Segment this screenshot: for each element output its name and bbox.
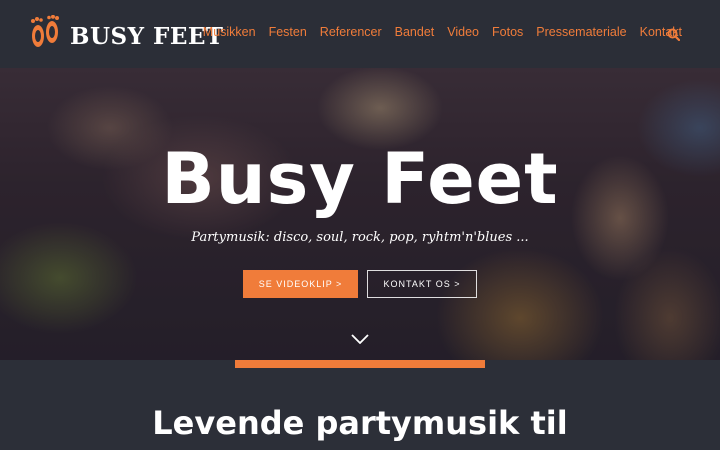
contact-button[interactable]: KONTAKT OS > [367, 270, 477, 298]
nav-item-bandet[interactable]: Bandet [395, 25, 435, 39]
nav-item-referencer[interactable]: Referencer [320, 25, 382, 39]
nav-item-video[interactable]: Video [447, 25, 479, 39]
accent-bar [235, 360, 485, 368]
site-header: BUSY FEET Musikken Festen Referencer Ban… [0, 0, 720, 68]
hero-subtitle: Partymusik: disco, soul, rock, pop, ryht… [191, 230, 529, 245]
hero-banner: Busy Feet Partymusik: disco, soul, rock,… [0, 68, 720, 360]
search-icon[interactable] [667, 28, 681, 42]
brand-name: BUSY FEET [70, 22, 224, 50]
video-clip-button[interactable]: SE VIDEOKLIP > [243, 270, 358, 298]
nav-item-musikken[interactable]: Musikken [203, 25, 256, 39]
section-title: Levende partymusik til [152, 404, 568, 442]
feet-icon [28, 14, 62, 58]
nav-item-festen[interactable]: Festen [269, 25, 307, 39]
hero-title: Busy Feet [161, 138, 559, 220]
chevron-down-icon[interactable] [351, 331, 369, 345]
site-logo[interactable]: BUSY FEET [28, 14, 224, 58]
nav-item-pressemateriale[interactable]: Pressemateriale [536, 25, 626, 39]
main-nav: Musikken Festen Referencer Bandet Video … [203, 25, 682, 39]
nav-item-fotos[interactable]: Fotos [492, 25, 523, 39]
